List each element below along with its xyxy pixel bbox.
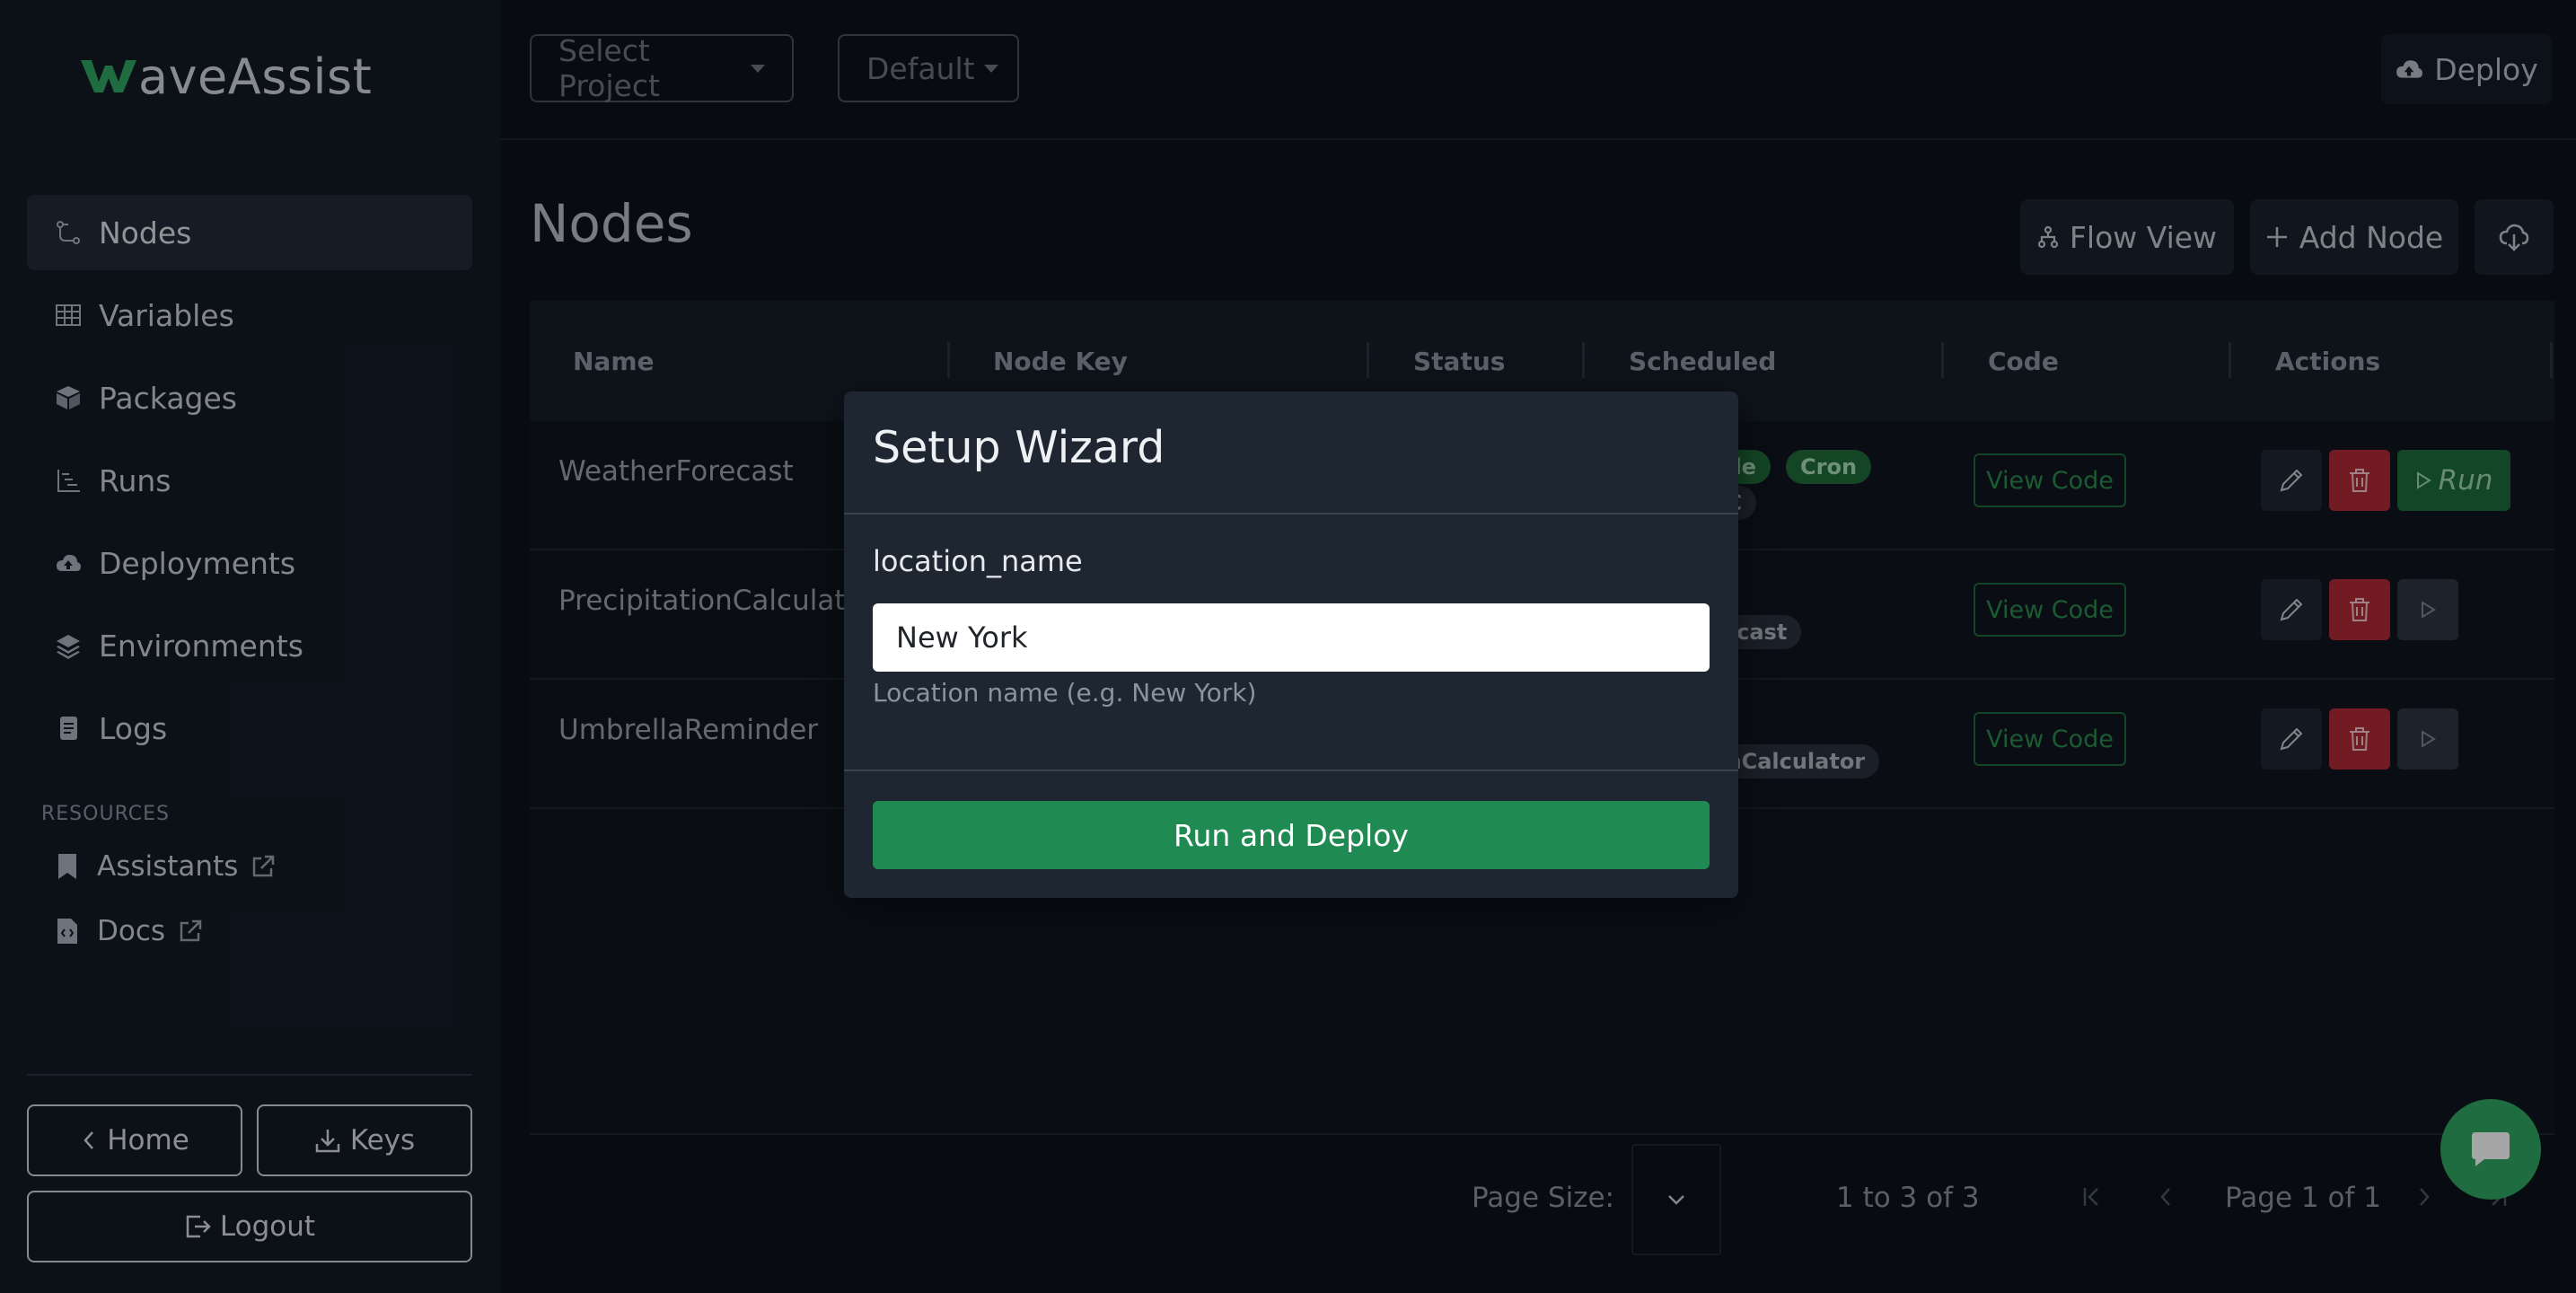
location-name-help: Location name (e.g. New York) — [873, 678, 1257, 708]
setup-wizard-modal: Setup Wizard location_name Location name… — [844, 391, 1738, 898]
location-name-input[interactable] — [873, 603, 1710, 672]
location-name-label: location_name — [873, 544, 1083, 578]
modal-divider — [844, 513, 1738, 515]
modal-divider — [844, 770, 1738, 771]
run-and-deploy-button[interactable]: Run and Deploy — [873, 801, 1710, 869]
modal-title: Setup Wizard — [873, 422, 1165, 473]
